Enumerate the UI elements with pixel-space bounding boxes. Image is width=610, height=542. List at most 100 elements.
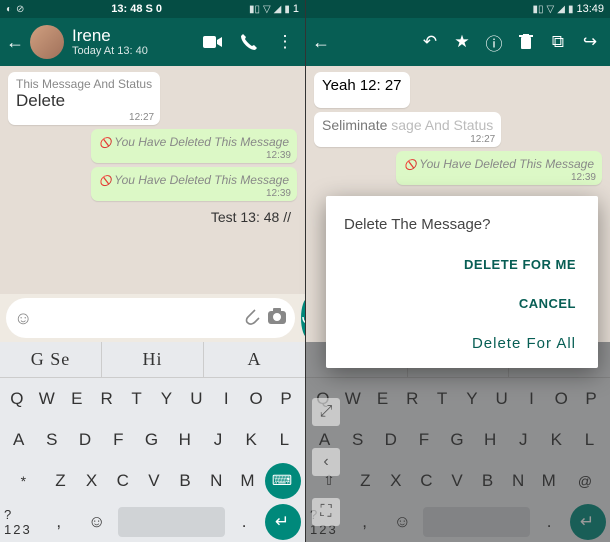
key-w[interactable]: W (34, 382, 62, 416)
key-b[interactable]: B (474, 464, 503, 498)
suggestion[interactable]: Hi (102, 342, 204, 377)
key-enter[interactable]: ↵ (265, 504, 301, 540)
key-r[interactable]: R (94, 382, 122, 416)
key-symbols[interactable]: ?123 (4, 505, 40, 539)
key-p[interactable]: P (578, 382, 606, 416)
star-button[interactable]: ★ (448, 28, 476, 56)
key-k[interactable]: K (237, 423, 268, 457)
delete-for-all-button[interactable]: Delete For All (468, 329, 580, 358)
key-r[interactable]: R (399, 382, 427, 416)
forward-button[interactable]: ↪ (576, 28, 604, 56)
key-space[interactable] (118, 507, 226, 537)
key-comma[interactable]: , (42, 505, 78, 539)
message-bubble-in[interactable]: This Message And Status Delete 12:27 (8, 72, 160, 125)
expand-key[interactable]: ⤢ (312, 398, 340, 426)
key-switch[interactable]: ⌨ (265, 463, 301, 499)
cancel-button[interactable]: CANCEL (515, 290, 580, 317)
info-button[interactable]: ⓘ (480, 28, 508, 56)
key-i[interactable]: I (213, 382, 241, 416)
keyboard[interactable]: G Se Hi A Q W E R T Y U I O P A S D F G … (0, 342, 305, 542)
suggestion[interactable]: G Se (0, 342, 102, 377)
more-button[interactable]: ⋮ (271, 28, 299, 56)
key-o[interactable]: O (548, 382, 576, 416)
key-g[interactable]: G (442, 423, 473, 457)
key-v[interactable]: V (444, 464, 473, 498)
key-a[interactable]: A (4, 423, 35, 457)
key-z[interactable]: Z (47, 464, 76, 498)
deleted-message-text: You Have Deleted This Message (99, 135, 289, 149)
key-j[interactable]: J (203, 423, 234, 457)
key-d[interactable]: D (70, 423, 101, 457)
video-call-button[interactable] (199, 28, 227, 56)
key-shift[interactable]: * (4, 464, 45, 498)
key-p[interactable]: P (273, 382, 301, 416)
key-f[interactable]: F (104, 423, 135, 457)
key-period[interactable]: . (227, 505, 263, 539)
key-space[interactable] (423, 507, 530, 537)
key-y[interactable]: Y (154, 382, 182, 416)
key-x[interactable]: X (78, 464, 107, 498)
reply-button[interactable]: ↶ (416, 28, 444, 56)
key-backspace[interactable]: @ (566, 464, 606, 498)
key-s[interactable]: S (343, 423, 374, 457)
key-emoji[interactable]: ☺ (385, 505, 421, 539)
key-c[interactable]: C (109, 464, 138, 498)
key-h[interactable]: H (476, 423, 507, 457)
key-g[interactable]: G (137, 423, 168, 457)
key-h[interactable]: H (170, 423, 201, 457)
key-period[interactable]: . (532, 505, 568, 539)
back-button[interactable]: ← (6, 32, 22, 53)
copy-button[interactable]: ⧉ (544, 28, 572, 56)
key-m[interactable]: M (234, 464, 263, 498)
delete-for-me-button[interactable]: DELETE FOR ME (460, 251, 580, 278)
fullsize-key[interactable]: ⛶ (312, 498, 340, 526)
key-t[interactable]: T (429, 382, 457, 416)
key-l[interactable]: L (575, 423, 606, 457)
key-u[interactable]: U (183, 382, 211, 416)
key-enter[interactable]: ↵ (570, 504, 606, 540)
key-j[interactable]: J (509, 423, 540, 457)
key-w[interactable]: W (340, 382, 368, 416)
move-left-key[interactable]: ‹ (312, 448, 340, 476)
avatar[interactable] (30, 25, 64, 59)
camera-icon[interactable] (267, 307, 287, 330)
message-bubble-in[interactable]: Yeah 12: 27 (314, 72, 410, 108)
key-c[interactable]: C (413, 464, 442, 498)
message-bubble-out[interactable]: You Have Deleted This Message 12:39 (91, 167, 297, 201)
contact-header[interactable]: Irene Today At 13: 40 (72, 27, 191, 58)
key-y[interactable]: Y (459, 382, 487, 416)
message-input-box[interactable]: ☺ (6, 298, 295, 338)
suggestion[interactable]: A (204, 342, 305, 377)
key-e[interactable]: E (64, 382, 92, 416)
delete-button[interactable] (512, 28, 540, 56)
key-o[interactable]: O (243, 382, 271, 416)
attach-icon[interactable] (243, 307, 261, 330)
key-u[interactable]: U (489, 382, 517, 416)
message-bubble-out[interactable]: You Have Deleted This Message 12:39 (91, 129, 297, 163)
key-comma[interactable]: , (348, 505, 384, 539)
key-e[interactable]: E (370, 382, 398, 416)
key-q[interactable]: Q (4, 382, 32, 416)
emoji-icon[interactable]: ☺ (14, 308, 32, 329)
key-m[interactable]: M (535, 464, 564, 498)
key-s[interactable]: S (37, 423, 68, 457)
back-button[interactable]: ← (312, 32, 342, 53)
key-f[interactable]: F (409, 423, 440, 457)
key-v[interactable]: V (140, 464, 169, 498)
key-z[interactable]: Z (352, 464, 381, 498)
key-i[interactable]: I (519, 382, 547, 416)
key-n[interactable]: N (203, 464, 232, 498)
chat-area[interactable]: This Message And Status Delete 12:27 You… (0, 66, 305, 294)
key-t[interactable]: T (124, 382, 152, 416)
key-k[interactable]: K (542, 423, 573, 457)
message-bubble-out[interactable]: You Have Deleted This Message 12:39 (396, 151, 602, 185)
message-input[interactable] (38, 310, 237, 327)
key-l[interactable]: L (270, 423, 301, 457)
key-emoji[interactable]: ☺ (80, 505, 116, 539)
key-n[interactable]: N (505, 464, 534, 498)
key-x[interactable]: X (383, 464, 412, 498)
message-bubble-in[interactable]: Seliminate sage And Status 12:27 (314, 112, 501, 147)
key-b[interactable]: B (172, 464, 201, 498)
voice-call-button[interactable] (235, 28, 263, 56)
key-d[interactable]: D (376, 423, 407, 457)
